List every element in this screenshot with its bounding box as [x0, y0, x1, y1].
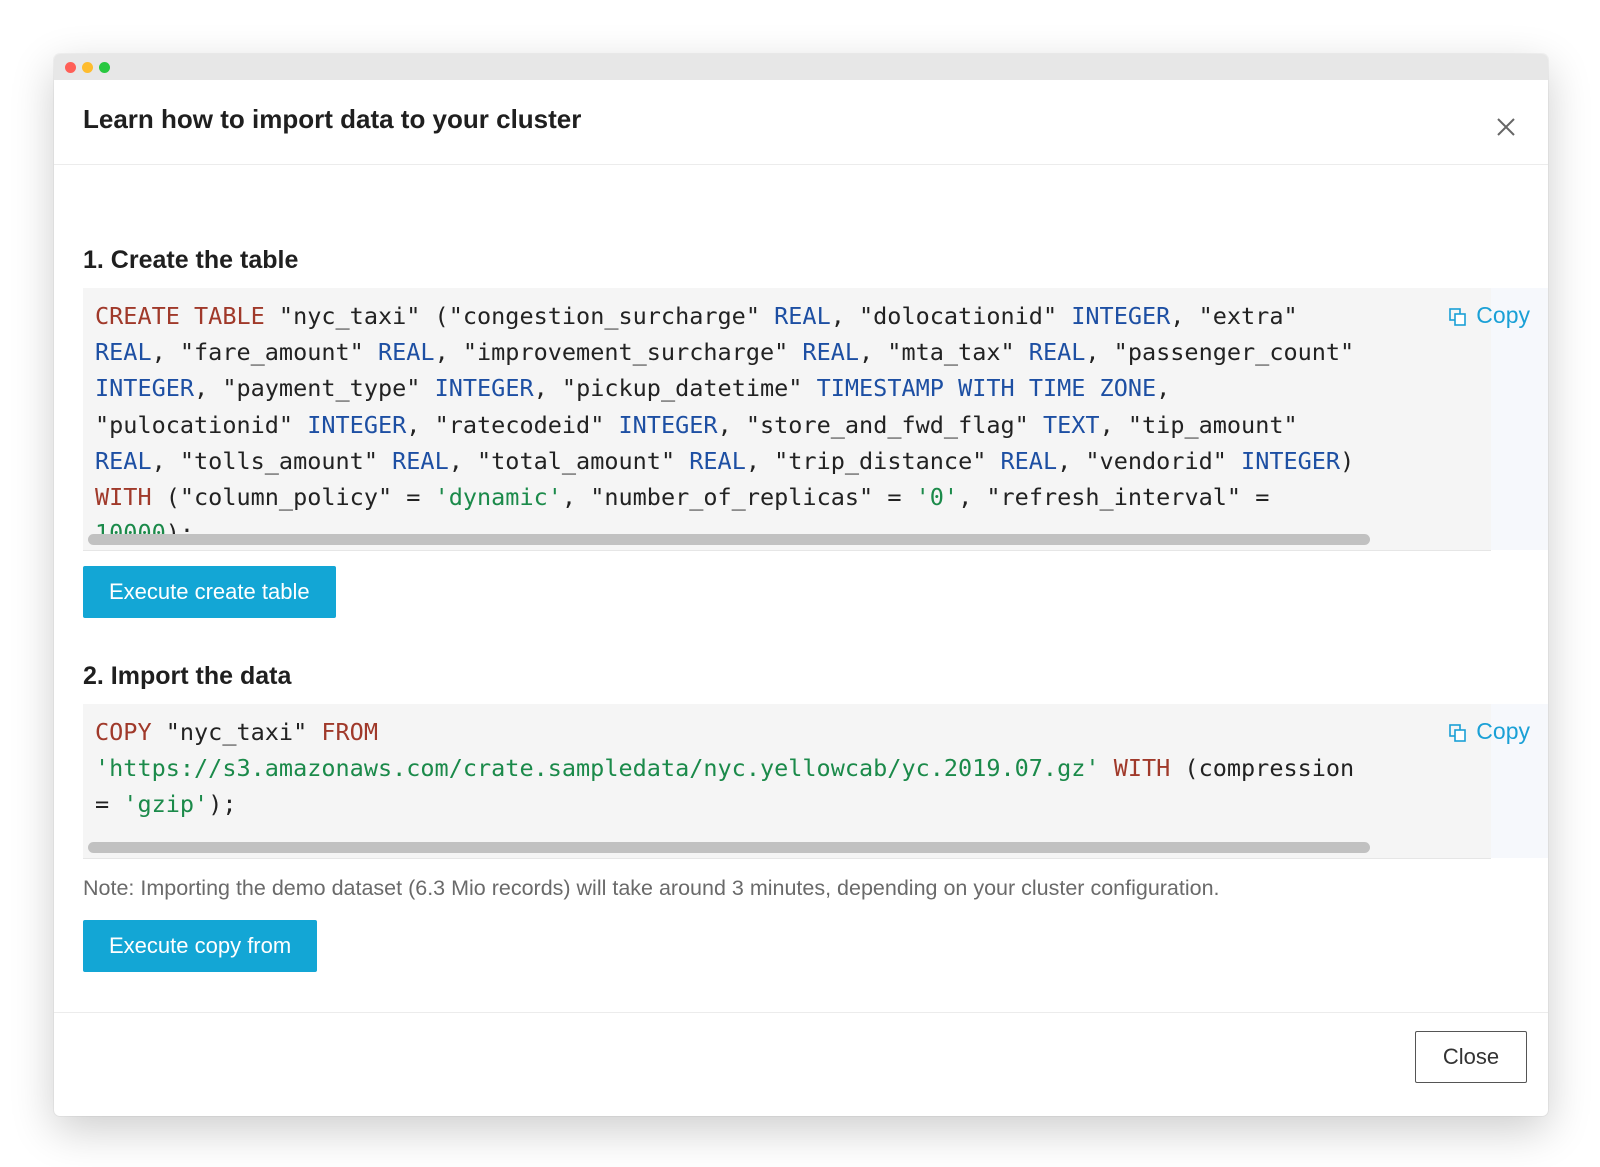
window-minimize-dot[interactable]: [82, 62, 93, 73]
copy-from-code: COPY "nyc_taxi" FROM 'https://s3.amazona…: [95, 714, 1370, 823]
copy-icon: [1448, 306, 1468, 326]
code-plain: , "pickup_datetime": [533, 374, 817, 403]
code-plain: );: [208, 790, 237, 819]
code-plain: , "mta_tax": [859, 338, 1029, 367]
code-keyword: CREATE TABLE: [95, 302, 265, 330]
code-plain: , "total_amount": [448, 446, 690, 475]
code-plain: , "passenger_count": [1085, 338, 1369, 367]
copy-copy-from-button[interactable]: Copy: [1448, 718, 1530, 745]
close-button[interactable]: Close: [1415, 1031, 1527, 1083]
code-plain: , "store_and_fwd_flag": [717, 410, 1043, 439]
code-type: REAL: [689, 446, 746, 475]
code-keyword: FROM: [321, 718, 378, 746]
execute-copy-from-button[interactable]: Execute copy from: [83, 920, 318, 972]
code-keyword: COPY: [95, 718, 152, 746]
code-string: 'https://s3.amazonaws.com/crate.sampleda…: [95, 754, 1100, 783]
code-type: INTEGER: [1241, 446, 1341, 475]
window-maximize-dot[interactable]: [99, 62, 110, 73]
modal-footer: Close: [54, 1012, 1548, 1116]
code-plain: , "vendorid": [1057, 446, 1242, 475]
copy-icon: [1448, 722, 1468, 742]
code-plain: , "tip_amount": [1099, 410, 1312, 439]
code-string: 'dynamic': [434, 483, 562, 512]
code-keyword: WITH: [1113, 754, 1171, 783]
code-plain: , "tolls_amount": [151, 446, 393, 475]
code-plain: [378, 718, 392, 746]
code-type: TIMESTAMP WITH TIME ZONE: [816, 374, 1157, 403]
code-plain: , "dolocationid": [830, 302, 1072, 330]
code-plain: [1100, 754, 1114, 782]
code-plain: , "extra": [1170, 302, 1312, 330]
code-plain: ): [1340, 446, 1369, 475]
code-plain: , "payment_type": [194, 374, 435, 403]
copy-label: Copy: [1476, 302, 1530, 328]
code-type: INTEGER: [95, 374, 195, 403]
code-type: INTEGER: [307, 410, 407, 439]
modal-window: Learn how to import data to your cluster…: [54, 54, 1548, 1116]
close-icon[interactable]: [1494, 115, 1518, 139]
code-plain: , "improvement_surcharge": [434, 338, 803, 367]
copy-label: Copy: [1476, 718, 1530, 744]
create-table-code-block: CREATE TABLE "nyc_taxi" ("congestion_sur…: [83, 288, 1548, 551]
code-type: INTEGER: [618, 410, 718, 439]
code-string: '0': [915, 483, 959, 512]
code-type: REAL: [392, 446, 449, 475]
code-plain: , "ratecodeid": [406, 410, 619, 439]
code-plain: , "trip_distance": [745, 446, 1001, 475]
code-keyword: WITH: [95, 483, 152, 512]
code-type: REAL: [95, 446, 152, 475]
code-type: REAL: [377, 338, 435, 367]
window-titlebar: [54, 54, 1548, 80]
code-type: TEXT: [1042, 410, 1100, 439]
copy-from-code-block: COPY "nyc_taxi" FROM 'https://s3.amazona…: [83, 704, 1548, 859]
code-type: REAL: [1028, 338, 1086, 367]
code-string: 'gzip': [123, 790, 209, 819]
code-type: REAL: [1000, 446, 1058, 475]
copy-create-table-button[interactable]: Copy: [1448, 302, 1530, 329]
horizontal-scrollbar[interactable]: [88, 534, 1370, 545]
code-type: REAL: [774, 302, 831, 330]
code-plain: "nyc_taxi": [151, 718, 322, 746]
code-plain: "nyc_taxi" ("congestion_surcharge": [264, 302, 775, 330]
code-type: INTEGER: [1071, 302, 1171, 330]
horizontal-scrollbar[interactable]: [88, 842, 1370, 853]
code-plain: , "number_of_replicas" =: [561, 483, 916, 512]
step1-heading: 1. Create the table: [83, 246, 299, 274]
code-type: INTEGER: [434, 374, 534, 403]
modal-title: Learn how to import data to your cluster: [83, 104, 582, 134]
execute-create-table-button[interactable]: Execute create table: [83, 566, 336, 618]
code-plain: ("column_policy" =: [151, 483, 435, 512]
code-plain: , "refresh_interval" =: [958, 483, 1284, 512]
code-type: REAL: [95, 338, 152, 367]
code-plain: , "fare_amount": [151, 338, 378, 367]
code-type: REAL: [802, 338, 860, 367]
import-note: Note: Importing the demo dataset (6.3 Mi…: [83, 876, 1220, 900]
window-close-dot[interactable]: [65, 62, 76, 73]
step2-heading: 2. Import the data: [83, 662, 292, 690]
create-table-code: CREATE TABLE "nyc_taxi" ("congestion_sur…: [95, 298, 1370, 551]
modal-header: Learn how to import data to your cluster: [54, 80, 1548, 165]
